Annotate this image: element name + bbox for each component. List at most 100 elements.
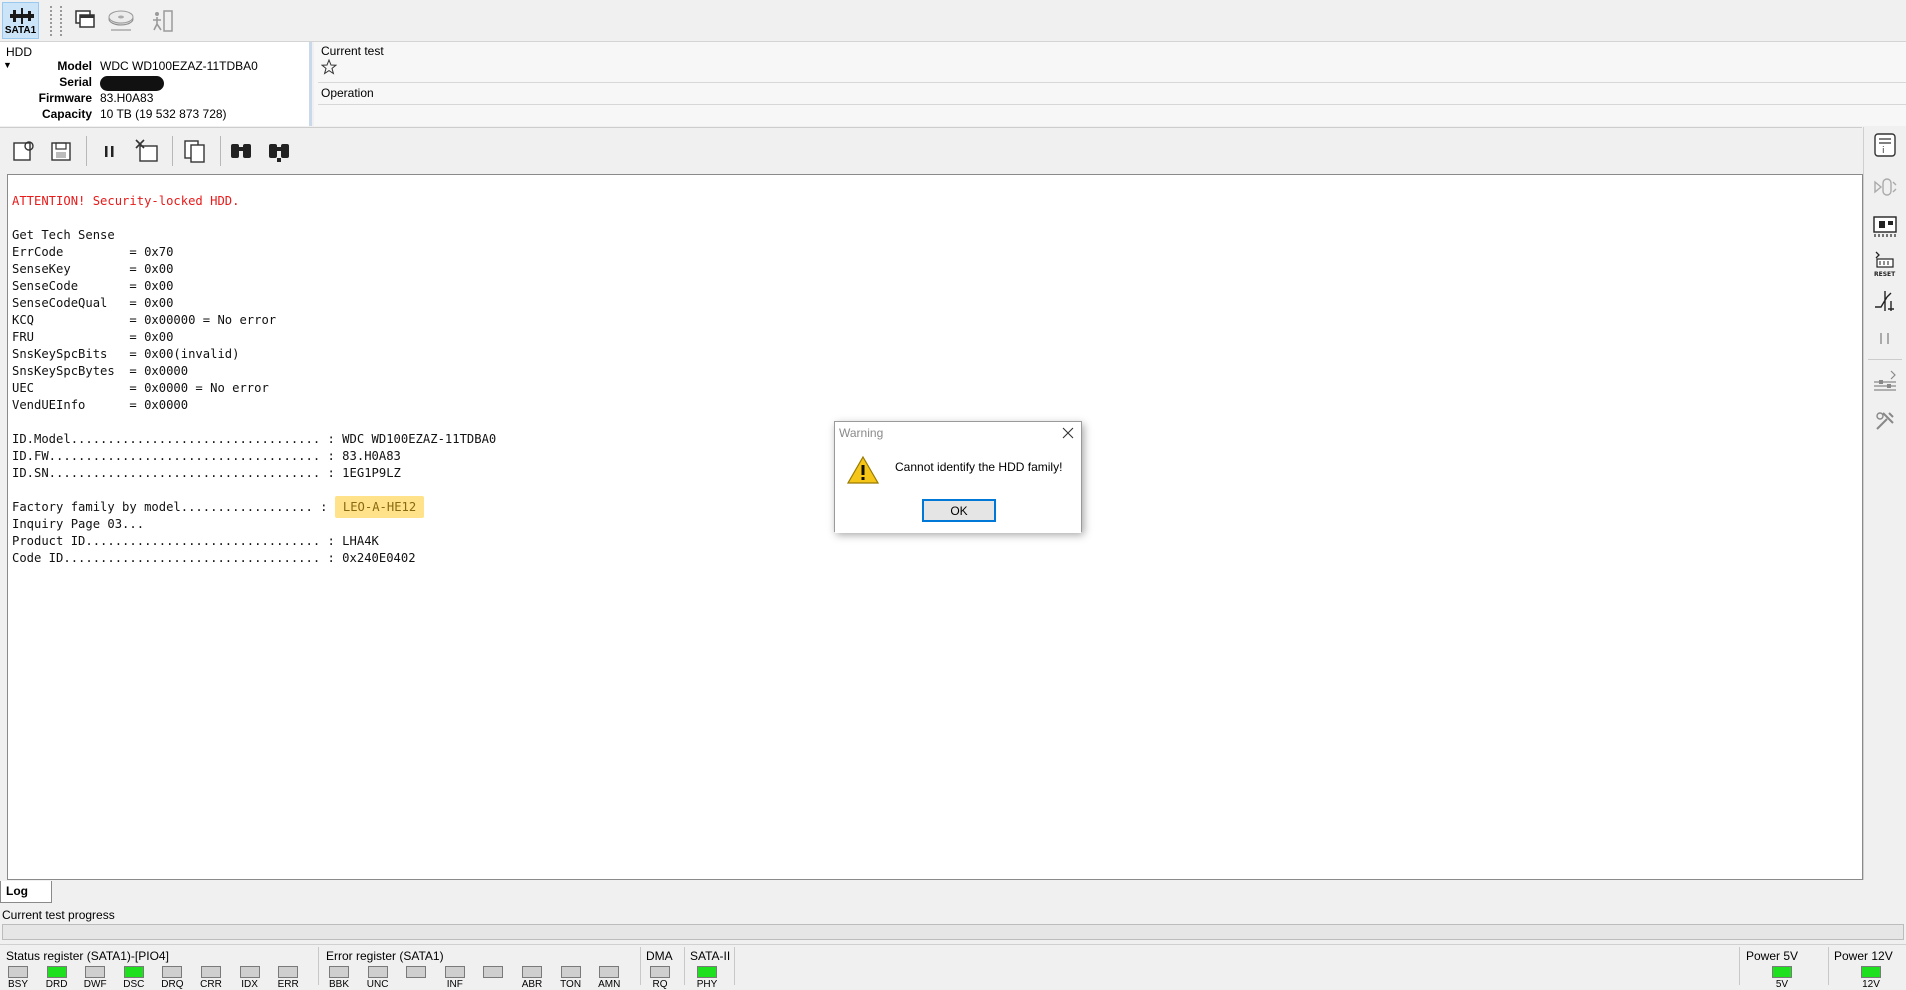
log-line: Inquiry Page 03... [12, 517, 145, 531]
pause-icon[interactable] [1871, 325, 1899, 353]
main-toolbar: SATA1 [0, 0, 1906, 42]
status-led [8, 966, 28, 978]
status-led [239, 966, 260, 978]
open-log-icon[interactable] [10, 138, 36, 164]
dialog-body: Cannot identify the HDD family! OK [835, 444, 1081, 533]
hdd-serial-row: Serial [0, 75, 310, 91]
save-log-icon[interactable] [48, 138, 74, 164]
firmware-value: 83.H0A83 [100, 91, 154, 105]
status-led [1861, 966, 1881, 978]
serial-label: Serial [59, 75, 92, 89]
log-line: Get Tech Sense [12, 228, 115, 242]
status-led [650, 966, 670, 978]
log-line: Factory family by model.................… [12, 496, 496, 518]
ok-button[interactable]: OK [922, 499, 996, 522]
status-led [483, 966, 504, 978]
close-icon[interactable] [1059, 424, 1077, 442]
controller-board-icon[interactable] [1871, 211, 1899, 239]
warning-icon [847, 455, 879, 484]
star-icon[interactable] [321, 59, 337, 75]
divider [640, 947, 641, 985]
divider [318, 82, 1906, 83]
status-led [85, 966, 106, 978]
capacity-label: Capacity [41, 107, 92, 121]
status-led [560, 966, 581, 978]
dma-title: DMA [646, 949, 673, 963]
divider [318, 104, 1906, 105]
log-line: ID.SN...................................… [12, 466, 401, 480]
current-test-label: Current test [321, 44, 384, 58]
log-line: SnsKeySpcBytes = 0x0000 [12, 364, 189, 378]
hdd-model-row: Model WDC WD100EZAZ-11TDBA0 [0, 59, 310, 75]
divider [318, 947, 319, 985]
status-led [599, 966, 620, 978]
log-line: FRU = 0x00 [12, 330, 174, 344]
sidebar-separator [1868, 359, 1902, 360]
status-led [1772, 966, 1792, 978]
divider [734, 947, 735, 985]
log-line: ATTENTION! Security-locked HDD. [12, 194, 240, 208]
tools-icon[interactable] [1871, 407, 1899, 435]
hdd-section-title: HDD [6, 45, 32, 59]
dialog-titlebar[interactable]: Warning [835, 422, 1081, 444]
status-led [367, 966, 388, 978]
log-line: Code ID.................................… [12, 551, 416, 565]
log-line: SenseCodeQual = 0x00 [12, 296, 174, 310]
firmware-label: Firmware [38, 91, 92, 105]
right-sidebar: i RESET [1863, 127, 1906, 880]
power-toggle-icon[interactable] [1871, 173, 1899, 201]
current-test-panel: Current test Operation [314, 42, 1906, 126]
status-led [522, 966, 542, 978]
power12-title: Power 12V [1834, 949, 1893, 963]
power5-title: Power 5V [1746, 949, 1799, 963]
divider [1739, 947, 1740, 985]
model-value: WDC WD100EZAZ-11TDBA0 [100, 59, 258, 73]
test-progress-bar [2, 924, 1904, 940]
progress-label: Current test progress [2, 908, 115, 922]
log-line: KCQ = 0x00000 = No error [12, 313, 277, 327]
model-label: Model [57, 59, 92, 73]
status-bar: Status register (SATA1)-[PIO4] BSY DRD DWF… [0, 944, 1906, 990]
operation-label: Operation [321, 86, 374, 100]
log-line: Product ID..............................… [12, 534, 379, 548]
error-register-title: Error register (SATA1) [326, 949, 444, 963]
find-next-icon[interactable] [266, 138, 292, 164]
settings-sliders-icon[interactable] [1871, 367, 1899, 395]
hdd-firmware-row: Firmware 83.H0A83 [0, 91, 310, 107]
status-led [406, 966, 427, 978]
sata-title: SATA-II [690, 949, 731, 963]
status-led [162, 966, 183, 978]
hdd-capacity-row: Capacity 10 TB (19 532 873 728) [0, 107, 310, 123]
sata-connector-icon [10, 8, 34, 24]
hdd-disk-icon[interactable] [107, 7, 135, 35]
hdd-info-panel: HDD ▼ Model WDC WD100EZAZ-11TDBA0 Serial… [0, 42, 312, 126]
copy-windows-icon[interactable] [72, 7, 100, 35]
exit-icon[interactable] [150, 9, 178, 37]
log-line: ID.FW...................................… [12, 449, 401, 463]
hdd-id-icon[interactable]: i [1871, 131, 1899, 159]
toolbar-separator [86, 136, 87, 166]
reset-icon[interactable]: RESET [1871, 249, 1899, 277]
status-led [46, 966, 67, 978]
sata-port-label: SATA1 [4, 25, 37, 36]
power-on-icon[interactable] [1871, 287, 1899, 315]
log-line: UEC = 0x0000 = No error [12, 381, 269, 395]
find-icon[interactable] [228, 138, 254, 164]
tab-log[interactable]: Log [0, 881, 52, 903]
pause-icon[interactable] [96, 138, 122, 164]
toolbar-separator [60, 6, 62, 36]
log-line: SenseKey = 0x00 [12, 262, 174, 276]
clear-log-icon[interactable] [134, 138, 160, 164]
sata-port-button[interactable]: SATA1 [2, 2, 39, 39]
status-led [123, 966, 144, 978]
status-led [444, 966, 465, 978]
status-led [697, 966, 717, 978]
warning-dialog: Warning Cannot identify the HDD family! … [834, 421, 1082, 533]
svg-text:i: i [1882, 146, 1885, 156]
highlighted-family-value: LEO-A-HE12 [334, 496, 425, 518]
copy-log-icon[interactable] [182, 138, 208, 164]
divider [684, 947, 685, 985]
toolbar-separator [220, 136, 221, 166]
